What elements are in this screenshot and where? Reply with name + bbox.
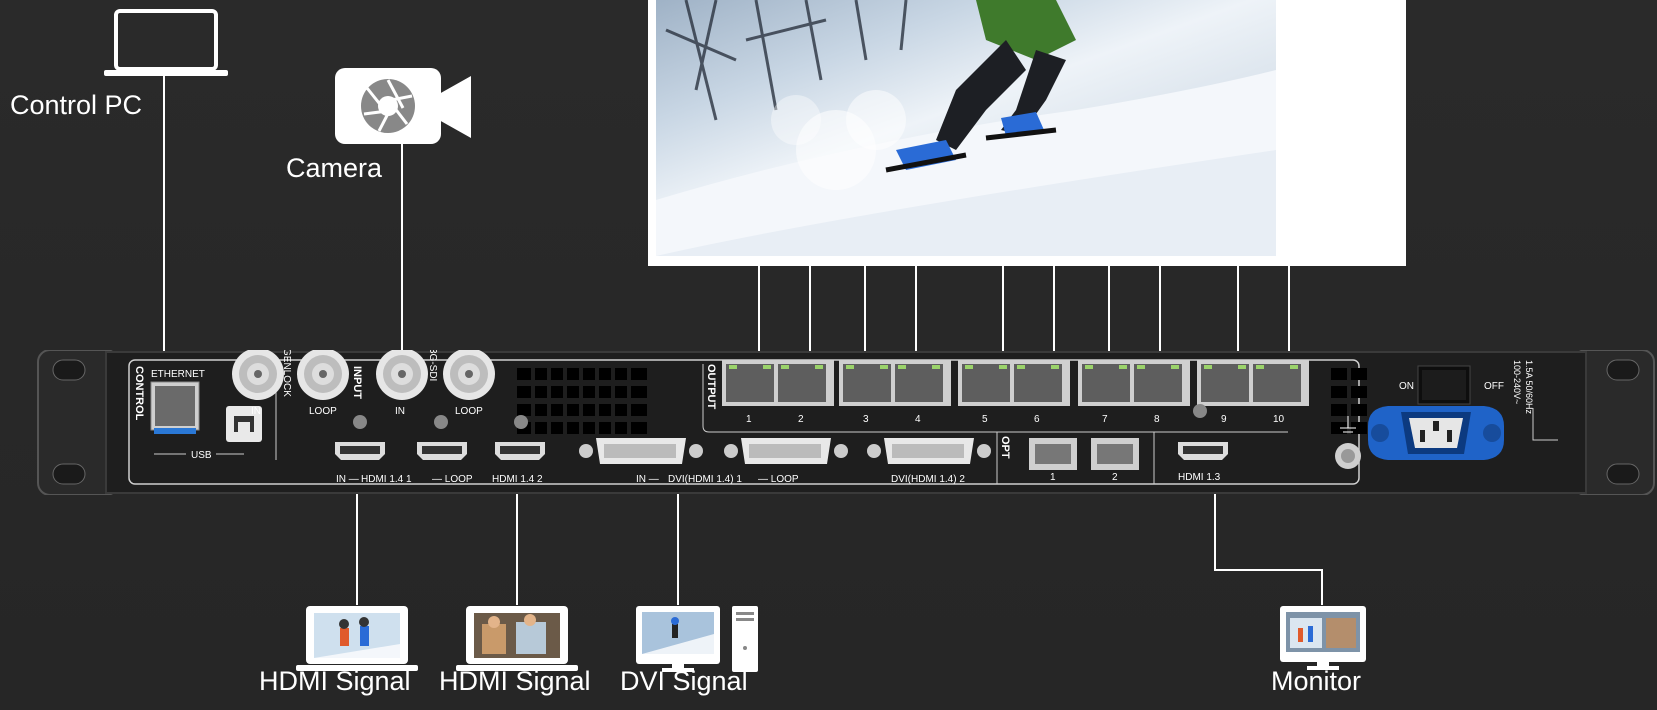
ethernet-port-icon[interactable] [1134,364,1182,402]
input-label: INPUT [351,366,363,399]
hdmi-signal-2-caption: HDMI Signal [439,666,591,696]
output-port-number: 2 [798,414,804,425]
dvi1-label: DVI(HDMI 1.4) 1 [668,474,742,485]
laptop-icon [296,606,418,671]
opt-2-label: 2 [1112,472,1118,483]
monitor-icon [1280,606,1366,670]
hdmi-port-icon[interactable] [335,442,385,460]
desktop-computer-icon [636,606,758,672]
power-on-label: ON [1399,381,1414,392]
sfp-port-icon[interactable] [1029,438,1077,470]
usb-label: USB [191,450,212,461]
hdmi-signal-laptop-2 [456,604,578,672]
power-switch-icon[interactable] [1417,365,1471,405]
control-pc-caption: Control PC [10,90,143,120]
genlock-loop-label: LOOP [309,406,337,417]
bnc-connector-icon[interactable] [297,348,349,400]
output-port-number: 5 [982,414,988,425]
power-rating-label-2: 100-240V~ [1512,360,1522,404]
output-port-number: 10 [1273,414,1285,425]
output-port-number: 1 [746,414,752,425]
hdmi14-2-label: HDMI 1.4 2 [492,474,543,485]
opt-1-label: 1 [1050,472,1056,483]
opt-label: OPT [999,436,1011,459]
ethernet-port-icon[interactable] [726,364,774,402]
sdi-label: 3G-SDI [427,350,438,381]
ethernet-port-icon[interactable] [962,364,1010,402]
ethernet-port-icon[interactable] [843,364,891,402]
ethernet-port-icon[interactable] [1082,364,1130,402]
dvi-loop-label: — LOOP [758,474,799,485]
output-port-number: 3 [863,414,869,425]
ethernet-port-icon[interactable] [1201,364,1249,402]
dvi-signal-desktop [636,604,760,674]
camera-device [335,68,471,146]
dvi-signal-caption: DVI Signal [620,666,748,696]
ethernet-port-icon[interactable] [778,364,826,402]
sfp-port-icon[interactable] [1091,438,1139,470]
processor-rear-panel: CONTROL ETHERNET USB GENLOCK IN LOOP INP… [36,348,1656,515]
output-port-number: 7 [1102,414,1108,425]
genlock-label: GENLOCK [281,350,292,397]
camera-caption: Camera [286,153,383,183]
laptop-icon [456,606,578,671]
ethernet-port-icon[interactable] [1014,364,1062,402]
output-port-number: 9 [1221,414,1227,425]
camera-icon [335,68,471,144]
output-port-number: 6 [1034,414,1040,425]
dvi2-label: DVI(HDMI 1.4) 2 [891,474,965,485]
hdmi-signal-1-caption: HDMI Signal [259,666,411,696]
ethernet-port-icon[interactable] [895,364,943,402]
output-port-number: 8 [1154,414,1160,425]
hdmi-loop-label: — LOOP [432,474,473,485]
hdmi-port-icon[interactable] [495,442,545,460]
bnc-connector-icon[interactable] [376,348,428,400]
bnc-connector-icon[interactable] [443,348,495,400]
hdmi14-1-label: HDMI 1.4 1 [361,474,412,485]
output-port-number: 4 [915,414,921,425]
power-off-label: OFF [1484,381,1504,392]
genlock-in-label: IN [251,406,261,417]
hdmi13-label: HDMI 1.3 [1178,472,1221,483]
hdmi-signal-laptop-1 [296,604,418,672]
sdi-in-label: IN [395,406,405,417]
ethernet-port[interactable] [150,381,200,434]
control-label: CONTROL [133,366,145,421]
dvi-in-label: IN — [636,474,659,485]
monitor-caption: Monitor [1271,666,1362,696]
bnc-connector-icon[interactable] [232,348,284,400]
power-socket-icon[interactable] [1368,406,1504,460]
ethernet-port-icon[interactable] [1253,364,1301,402]
hdmi-port-icon[interactable] [1178,442,1228,460]
output-label: OUTPUT [705,364,717,410]
control-pc-device [104,8,228,78]
power-rating-label-1: 1.5A 50/60Hz [1524,360,1534,415]
hdmi-in-label: IN — [336,474,359,485]
hdmi-port-icon[interactable] [417,442,467,460]
sdi-loop-label: LOOP [455,406,483,417]
ethernet-label: ETHERNET [151,369,205,380]
output-monitor [1280,604,1366,672]
laptop-icon [104,9,228,76]
